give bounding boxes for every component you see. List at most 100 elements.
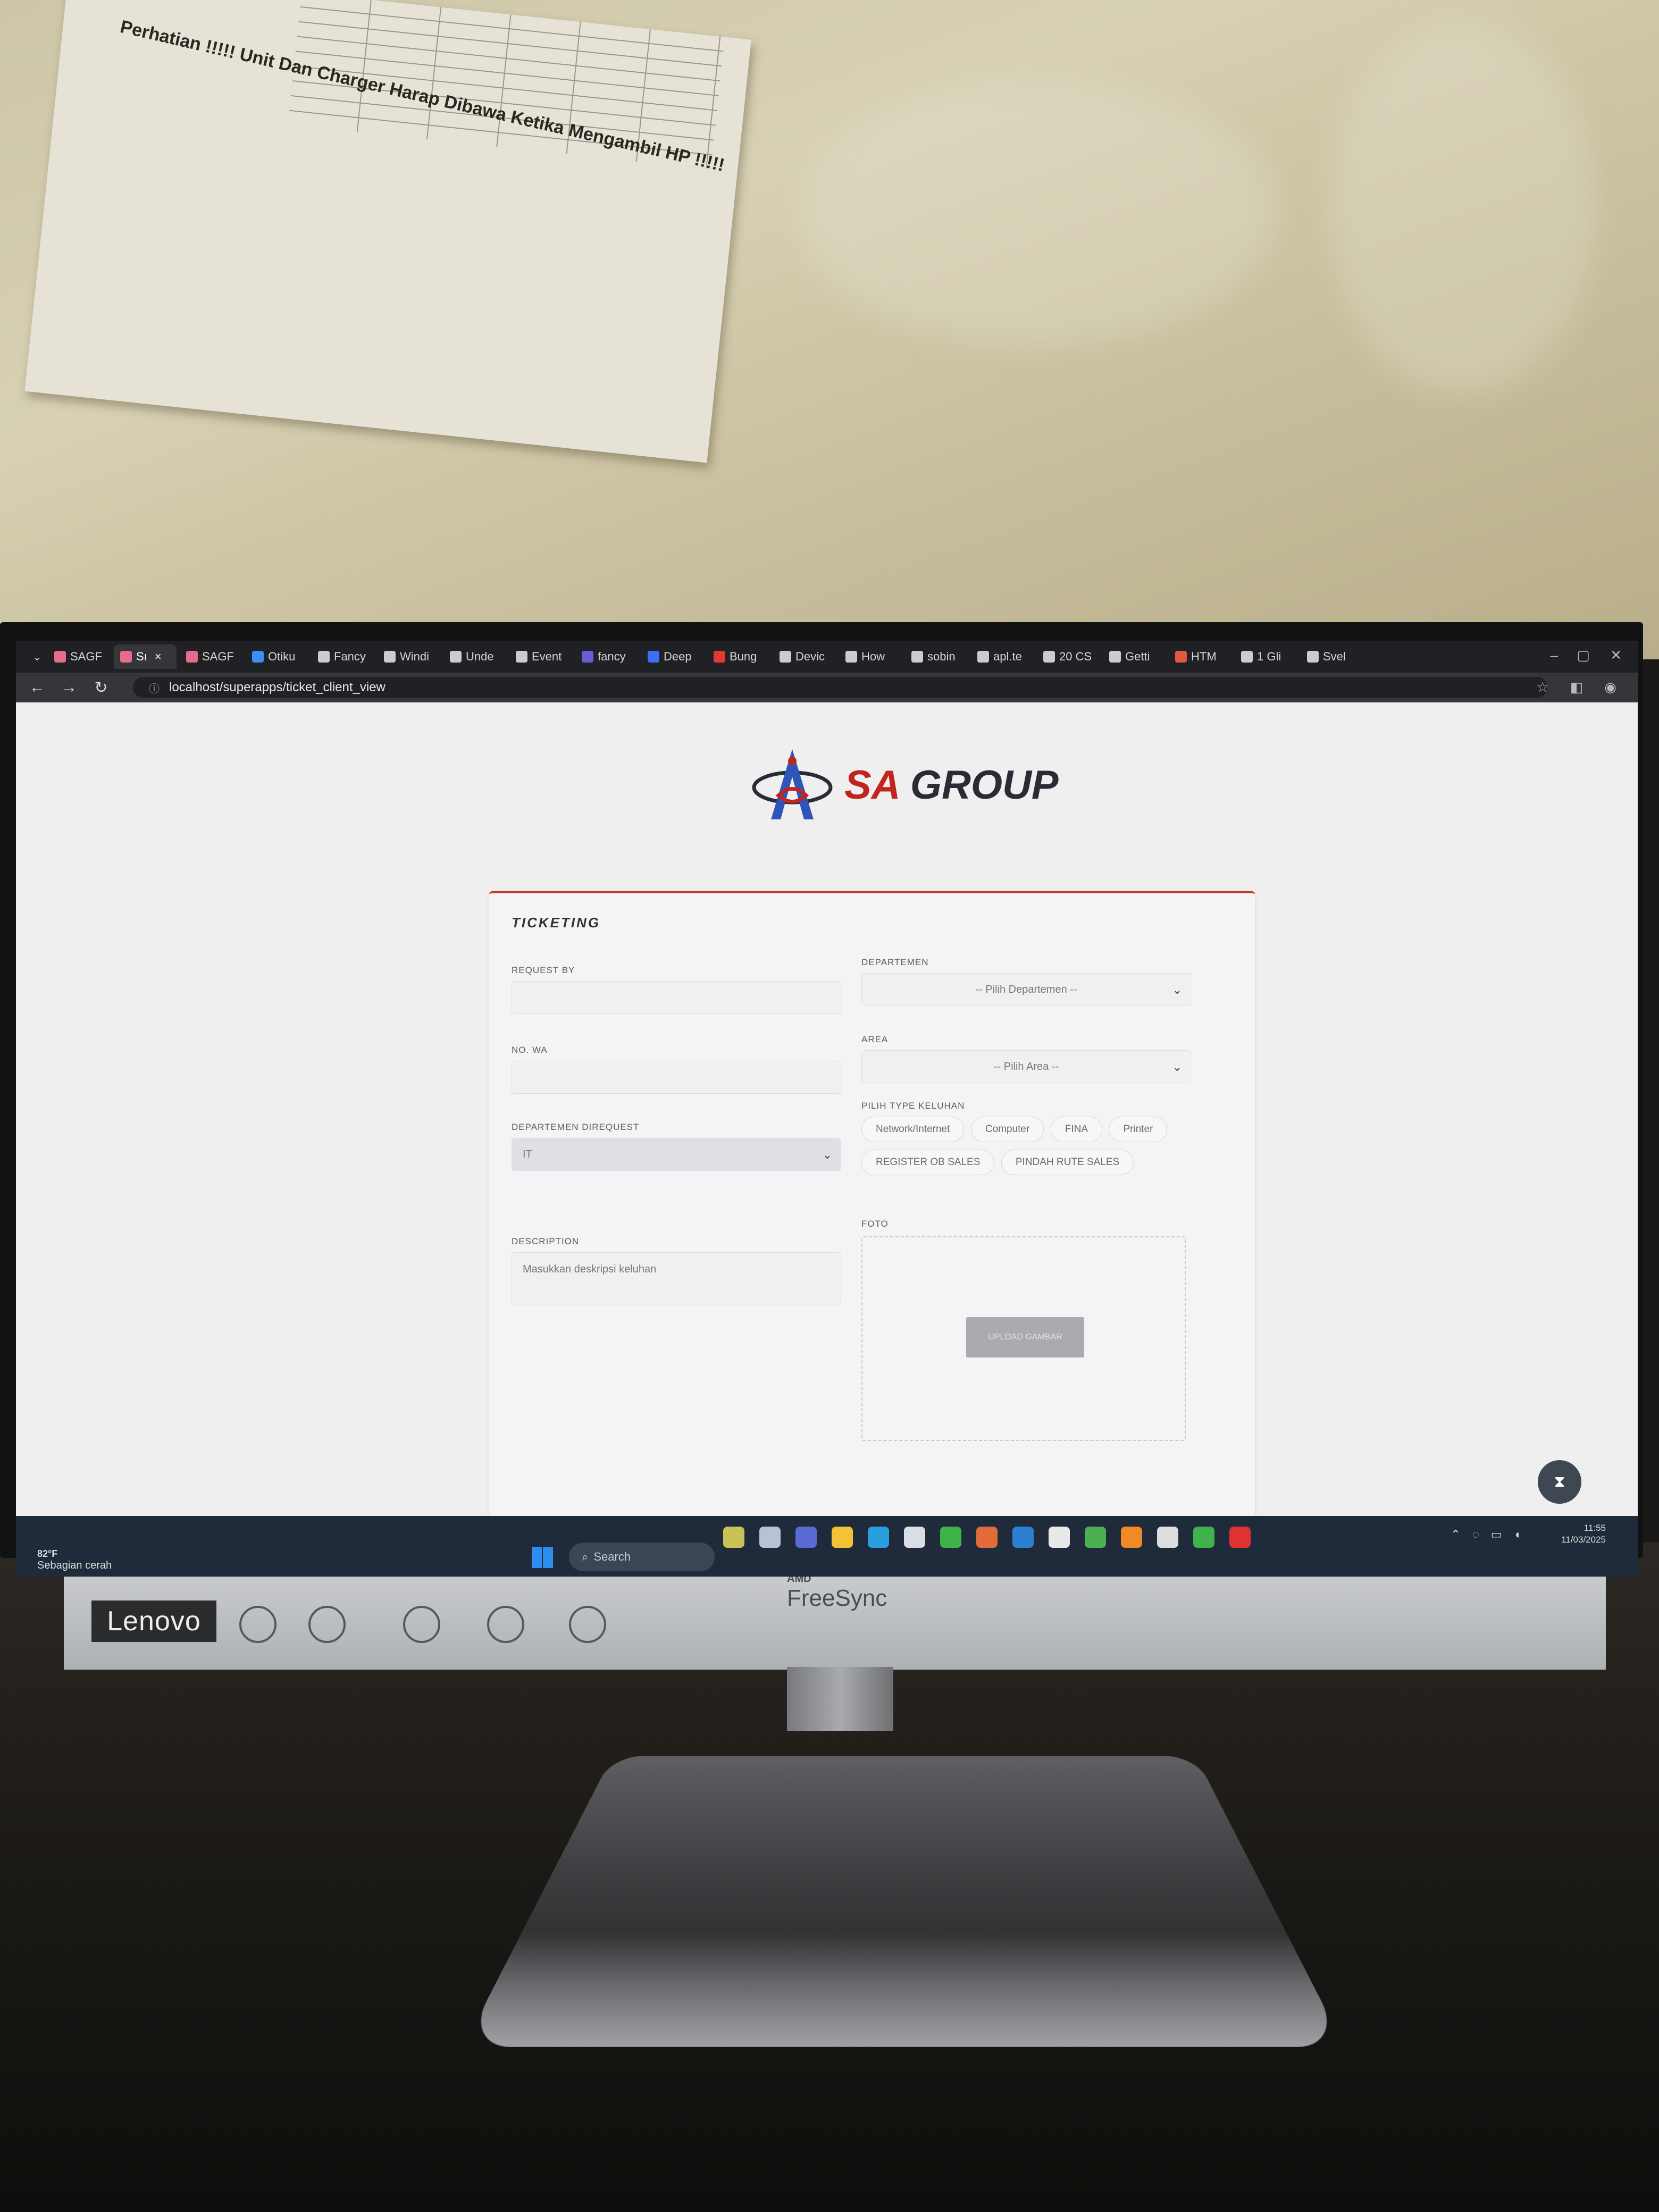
bookmark-star-icon[interactable]: ☆ — [1536, 679, 1548, 696]
browser-tab[interactable]: Devic — [773, 644, 836, 669]
upload-image-button[interactable]: UPLOAD GAMBAR — [966, 1317, 1084, 1358]
browser-tab[interactable]: Svel — [1301, 644, 1363, 669]
weather-widget[interactable]: 82°F Sebagian cerah — [37, 1548, 112, 1571]
edge-icon[interactable] — [868, 1527, 889, 1548]
chat-support-button[interactable]: ⧗ — [1538, 1460, 1581, 1504]
browser-tab[interactable]: Windi — [378, 644, 440, 669]
site-info-icon[interactable]: ⓘ — [149, 680, 160, 696]
tab-label: Deep — [664, 650, 692, 663]
wall-paper-notice: Perhatian !!!!! Unit Dan Charger Harap D… — [24, 0, 751, 463]
browser-tab[interactable]: fancy — [575, 644, 638, 669]
browser-tab[interactable]: HTM — [1169, 644, 1231, 669]
app-icon[interactable] — [1049, 1527, 1070, 1548]
speaker-badge-icon — [569, 1606, 606, 1643]
browser-tab[interactable]: SAGF — [180, 644, 242, 669]
taskbar-app-icon[interactable] — [723, 1527, 744, 1548]
area-select[interactable]: -- Pilih Area -- ⌄ — [861, 1050, 1191, 1083]
browser-tab[interactable]: SAGF — [48, 644, 111, 669]
tab-favicon-icon — [1109, 651, 1121, 663]
close-tab-icon[interactable]: × — [155, 650, 162, 664]
chrome-icon[interactable] — [940, 1527, 961, 1548]
browser-tab[interactable]: How — [839, 644, 902, 669]
browser-tab[interactable]: Getti — [1103, 644, 1166, 669]
foto-label: FOTO — [861, 1219, 889, 1229]
request-by-label: REQUEST BY — [512, 965, 575, 975]
tab-favicon-icon — [252, 651, 264, 663]
volume-icon[interactable]: ◖ — [1514, 1528, 1521, 1541]
chip-type-keluhan[interactable]: FINA — [1050, 1117, 1103, 1142]
extension-icon[interactable]: ◧ — [1570, 679, 1583, 696]
taskbar-search[interactable]: ⌕ Search — [569, 1543, 715, 1571]
browser-tab[interactable]: Sı × — [114, 644, 177, 669]
browser-tab[interactable]: Fancy — [312, 644, 374, 669]
wifi-icon[interactable]: ◌ — [1472, 1528, 1479, 1541]
profile-icon[interactable]: ◉ — [1604, 679, 1616, 696]
tab-label: apl.te — [993, 650, 1022, 663]
departemen-select[interactable]: -- Pilih Departemen -- ⌄ — [861, 973, 1191, 1006]
request-by-input[interactable] — [512, 981, 841, 1014]
clock-time: 11:55 — [1583, 1523, 1606, 1533]
browser-tab[interactable]: 20 CS — [1037, 644, 1100, 669]
monitor-stand-neck — [787, 1667, 893, 1731]
photo-dropzone[interactable]: UPLOAD GAMBAR — [861, 1236, 1186, 1441]
browser-tab[interactable]: Event — [509, 644, 572, 669]
browser-tab[interactable]: 1 Gli — [1235, 644, 1297, 669]
clock[interactable]: 11:55 11/03/2025 — [1561, 1522, 1606, 1546]
no-wa-label: NO. WA — [512, 1045, 548, 1055]
vscode-icon[interactable] — [1012, 1527, 1034, 1548]
tab-label: Otiku — [268, 650, 296, 663]
terminal-icon[interactable] — [1157, 1527, 1178, 1548]
type-keluhan-label: PILIH TYPE KELUHAN — [861, 1101, 965, 1111]
tab-favicon-icon — [1241, 651, 1253, 663]
tray-chevron-icon[interactable]: ⌃ — [1451, 1528, 1460, 1541]
forward-icon[interactable]: → — [53, 678, 85, 697]
departemen-label: DEPARTEMEN — [861, 957, 929, 967]
chip-type-keluhan[interactable]: Printer — [1109, 1117, 1168, 1142]
tab-label: Bung — [730, 650, 757, 663]
teams-icon[interactable] — [795, 1527, 817, 1548]
tab-label: Sı — [136, 650, 147, 663]
chip-type-keluhan[interactable]: PINDAH RUTE SALES — [1001, 1150, 1134, 1175]
browser-tab[interactable]: Bung — [707, 644, 770, 669]
back-icon[interactable]: ← — [21, 678, 53, 697]
browser-tab[interactable]: Unde — [443, 644, 506, 669]
no-wa-input[interactable] — [512, 1061, 841, 1094]
chrome-icon[interactable] — [1085, 1527, 1106, 1548]
chevron-down-icon: ⌄ — [1172, 1060, 1182, 1074]
chip-type-keluhan[interactable]: REGISTER OB SALES — [861, 1150, 995, 1175]
store-icon[interactable] — [904, 1527, 925, 1548]
chip-type-keluhan[interactable]: Computer — [970, 1117, 1044, 1142]
departemen-direquest-select[interactable]: IT ⌄ — [512, 1138, 841, 1171]
chip-type-keluhan[interactable]: Network/Internet — [861, 1117, 965, 1142]
area-placeholder: -- Pilih Area -- — [993, 1060, 1059, 1073]
monitor-screen: ⌄ SAGF Sı × SAGF Otiku Fancy Windi Unde Event fan… — [16, 641, 1638, 1577]
browser-tab[interactable]: Deep — [641, 644, 704, 669]
description-label: DESCRIPTION — [512, 1236, 580, 1246]
browser-tab[interactable]: apl.te — [971, 644, 1034, 669]
tab-search-icon[interactable]: ⌄ — [27, 650, 48, 664]
close-window-icon[interactable]: ✕ — [1610, 647, 1622, 664]
maximize-icon[interactable]: ▢ — [1577, 647, 1590, 664]
monitor-icon[interactable]: ▭ — [1491, 1528, 1502, 1541]
chrome-icon[interactable] — [1193, 1527, 1214, 1548]
tab-favicon-icon — [1043, 651, 1055, 663]
app-icon[interactable] — [976, 1527, 998, 1548]
logo-group-text: GROUP — [910, 762, 1059, 808]
tab-favicon-icon — [1307, 651, 1319, 663]
tab-favicon-icon — [54, 651, 66, 663]
type-keluhan-chips: Network/Internet Computer FINA Printer R… — [861, 1117, 1191, 1183]
browser-tab[interactable]: sobin — [905, 644, 968, 669]
weather-desc: Sebagian cerah — [37, 1560, 112, 1571]
wall-background: Perhatian !!!!! Unit Dan Charger Harap D… — [0, 0, 1659, 659]
url-field[interactable]: ⓘ localhost/superapps/ticket_client_view — [133, 677, 1547, 698]
minimize-icon[interactable]: – — [1551, 647, 1558, 664]
file-explorer-icon[interactable] — [832, 1527, 853, 1548]
reload-icon[interactable]: ↻ — [85, 678, 117, 697]
tab-label: Getti — [1125, 650, 1150, 663]
xampp-icon[interactable] — [1121, 1527, 1142, 1548]
description-textarea[interactable]: Masukkan deskripsi keluhan — [512, 1252, 841, 1305]
browser-tab[interactable]: Otiku — [246, 644, 308, 669]
windows-start-icon[interactable] — [532, 1547, 553, 1568]
app-icon[interactable] — [1229, 1527, 1251, 1548]
task-view-icon[interactable] — [759, 1527, 781, 1548]
